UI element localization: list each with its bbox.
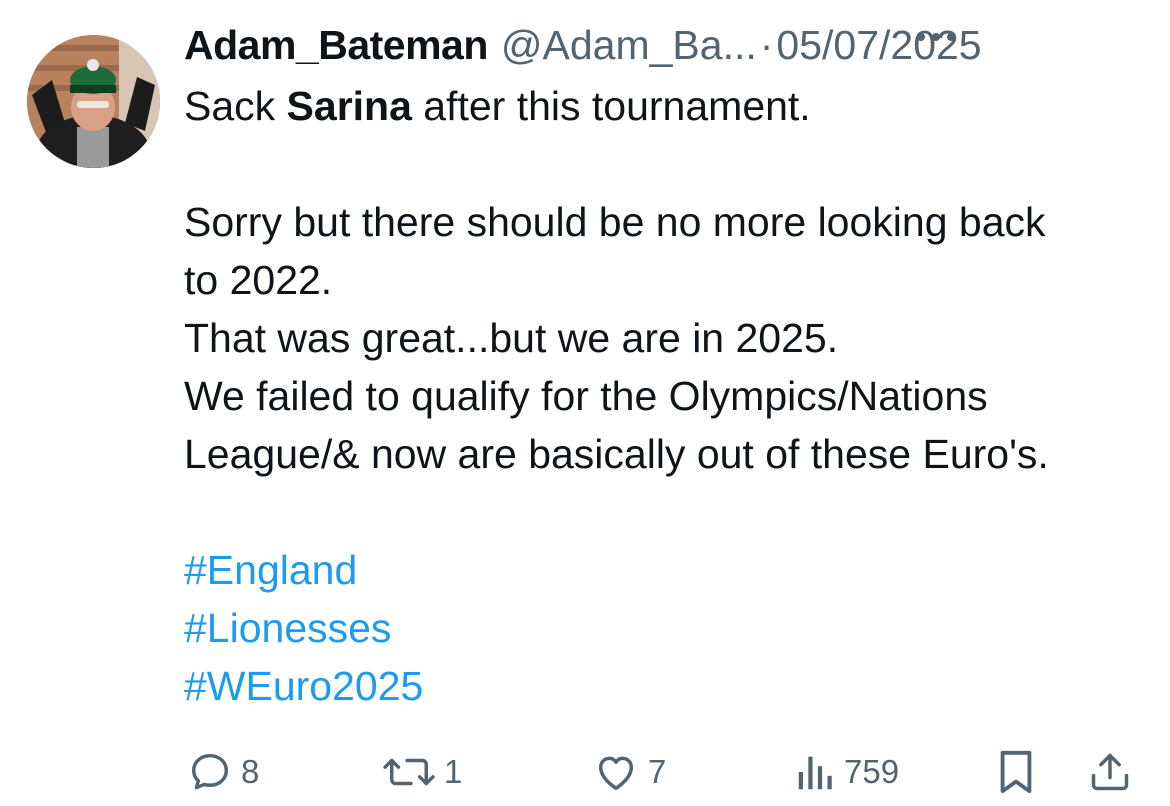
views-count: 759: [844, 753, 900, 790]
tweet-line: to 2022.: [184, 257, 333, 303]
heart-icon: [598, 756, 634, 791]
share-icon: [1091, 753, 1129, 791]
separator: ·: [759, 22, 774, 68]
text-span: Sack: [184, 83, 287, 129]
views-icon: [798, 756, 832, 790]
avatar[interactable]: [27, 35, 160, 168]
tweet-header: Adam_Bateman @Adam_Ba... · 05/07/2025: [184, 22, 1144, 80]
more-icon[interactable]: [917, 30, 967, 44]
repost-icon: [383, 758, 435, 786]
hashtag-link[interactable]: #England: [184, 541, 1144, 599]
author-handle[interactable]: @Adam_Ba...: [501, 22, 757, 69]
action-bar: 8 1 7 759: [0, 744, 1170, 800]
tweet-line: Sorry but there should be no more lookin…: [184, 199, 1046, 245]
tweet-line: League/& now are basically out of these …: [184, 431, 1049, 477]
hashtag-link[interactable]: #Lionesses: [184, 599, 1144, 657]
tweet-text: Sack Sarina after this tournament. Sorry…: [184, 77, 1144, 715]
tweet: Adam_Bateman @Adam_Ba... · 05/07/2025 Sa…: [0, 0, 1170, 806]
text-span: after this tournament.: [411, 83, 811, 129]
bookmark-icon: [1000, 750, 1032, 794]
like-count: 7: [648, 753, 667, 790]
like-button[interactable]: 7: [592, 744, 666, 800]
author-name[interactable]: Adam_Bateman: [184, 22, 488, 69]
tweet-line: We failed to qualify for the Olympics/Na…: [184, 373, 988, 419]
views-button[interactable]: 759: [796, 744, 899, 800]
tweet-line: That was great...but we are in 2025.: [184, 315, 839, 361]
repost-count: 1: [444, 753, 463, 790]
bookmark-button[interactable]: [996, 744, 1036, 800]
share-button[interactable]: [1088, 744, 1132, 800]
hashtag-link[interactable]: #WEuro2025: [184, 657, 1144, 715]
reply-button[interactable]: 8: [187, 744, 259, 800]
tweet-content: Adam_Bateman @Adam_Ba... · 05/07/2025 Sa…: [184, 22, 1144, 715]
bold-text: Sarina: [286, 83, 412, 129]
repost-button[interactable]: 1: [382, 744, 462, 800]
reply-count: 8: [241, 753, 260, 790]
reply-icon: [191, 753, 229, 790]
tweet-line: Sack Sarina after this tournament.: [184, 77, 1144, 135]
